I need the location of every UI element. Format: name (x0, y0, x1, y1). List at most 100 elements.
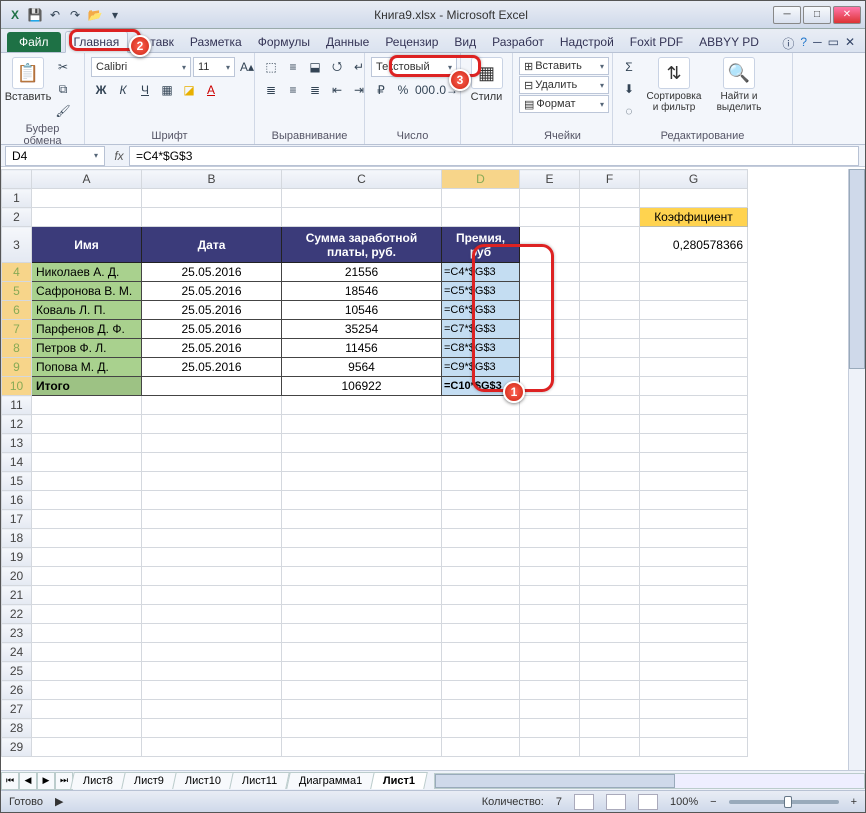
cell-B8[interactable]: 25.05.2016 (142, 339, 282, 358)
cell-B5[interactable]: 25.05.2016 (142, 282, 282, 301)
sheet-tab-4[interactable]: Диаграмма1 (286, 772, 375, 789)
sheet-tab-0[interactable]: Лист8 (70, 772, 126, 789)
cell-C7[interactable]: 35254 (282, 320, 442, 339)
cell-A5[interactable]: Сафронова В. М. (32, 282, 142, 301)
sort-filter-button[interactable]: ⇅ Сортировка и фильтр (643, 57, 705, 113)
col-C[interactable]: C (282, 170, 442, 189)
tab-abbyy[interactable]: ABBYY PD (691, 32, 767, 52)
styles-button[interactable]: ▦ Стили (467, 57, 506, 103)
row-15[interactable]: 15 (2, 472, 32, 491)
row-22[interactable]: 22 (2, 605, 32, 624)
cell-B10[interactable] (142, 377, 282, 396)
ribbon-min-icon[interactable]: ⓘ (782, 35, 794, 52)
close-button[interactable]: ✕ (833, 6, 861, 24)
row-11[interactable]: 11 (2, 396, 32, 415)
row-5[interactable]: 5 (2, 282, 32, 301)
vscroll-thumb[interactable] (849, 169, 865, 369)
row-28[interactable]: 28 (2, 719, 32, 738)
italic-icon[interactable]: К (113, 80, 133, 100)
cell-C4[interactable]: 21556 (282, 263, 442, 282)
cell-coeff-header[interactable]: Коэффициент (640, 208, 748, 227)
cell-A4[interactable]: Николаев А. Д. (32, 263, 142, 282)
col-A[interactable]: A (32, 170, 142, 189)
row-2[interactable]: 2 (2, 208, 32, 227)
row-13[interactable]: 13 (2, 434, 32, 453)
row-7[interactable]: 7 (2, 320, 32, 339)
grow-font-icon[interactable]: A▴ (237, 57, 257, 77)
align-center-icon[interactable]: ≡ (283, 80, 303, 100)
cell-B4[interactable]: 25.05.2016 (142, 263, 282, 282)
cell-A10[interactable]: Итого (32, 377, 142, 396)
cell-A7[interactable]: Парфенов Д. Ф. (32, 320, 142, 339)
mdi-min-icon[interactable]: ─ (813, 35, 822, 52)
sheet-prev-icon[interactable]: ◀ (19, 772, 37, 790)
row-24[interactable]: 24 (2, 643, 32, 662)
find-select-button[interactable]: 🔍 Найти и выделить (709, 57, 769, 113)
row-9[interactable]: 9 (2, 358, 32, 377)
cell-B6[interactable]: 25.05.2016 (142, 301, 282, 320)
row-1[interactable]: 1 (2, 189, 32, 208)
format-cells-button[interactable]: ▤ Формат▾ (519, 95, 609, 113)
percent-icon[interactable]: % (393, 80, 413, 100)
copy-icon[interactable]: ⧉ (53, 79, 73, 99)
tab-data[interactable]: Данные (318, 32, 377, 52)
cell-A6[interactable]: Коваль Л. П. (32, 301, 142, 320)
cell-D5[interactable]: =C5*$G$3 (442, 282, 520, 301)
zoom-thumb[interactable] (784, 796, 792, 808)
select-all-corner[interactable] (2, 170, 32, 189)
col-B[interactable]: B (142, 170, 282, 189)
cell-D10[interactable]: =C10*$G$3 (442, 377, 520, 396)
sheet-tab-3[interactable]: Лист11 (229, 772, 290, 789)
sheet-tab-1[interactable]: Лист9 (121, 772, 177, 789)
row-25[interactable]: 25 (2, 662, 32, 681)
cell-C8[interactable]: 11456 (282, 339, 442, 358)
tab-home[interactable]: Главная (65, 31, 129, 53)
file-tab[interactable]: Файл (7, 32, 61, 52)
tab-foxit[interactable]: Foxit PDF (622, 32, 691, 52)
cell-C10[interactable]: 106922 (282, 377, 442, 396)
tab-view[interactable]: Вид (446, 32, 484, 52)
border-icon[interactable]: ▦ (157, 80, 177, 100)
fill-color-icon[interactable]: ◪ (179, 80, 199, 100)
cell-header-bonus[interactable]: Премия, руб (442, 227, 520, 263)
maximize-button[interactable]: □ (803, 6, 831, 24)
row-27[interactable]: 27 (2, 700, 32, 719)
row-14[interactable]: 14 (2, 453, 32, 472)
fx-icon[interactable]: fx (109, 149, 129, 163)
cell-coeff-value[interactable]: 0,280578366 (640, 227, 748, 263)
font-name-combo[interactable]: Calibri▾ (91, 57, 191, 77)
tab-formulas[interactable]: Формулы (250, 32, 318, 52)
tab-developer[interactable]: Разработ (484, 32, 552, 52)
cell-B7[interactable]: 25.05.2016 (142, 320, 282, 339)
save-icon[interactable]: 💾 (27, 7, 43, 23)
hscroll-thumb[interactable] (435, 774, 675, 788)
tab-addins[interactable]: Надстрой (552, 32, 622, 52)
cell-header-name[interactable]: Имя (32, 227, 142, 263)
font-size-combo[interactable]: 11▾ (193, 57, 235, 77)
cell-A9[interactable]: Попова М. Д. (32, 358, 142, 377)
align-left-icon[interactable]: ≣ (261, 80, 281, 100)
horizontal-scrollbar[interactable] (434, 773, 865, 789)
row-21[interactable]: 21 (2, 586, 32, 605)
fill-icon[interactable]: ⬇ (619, 79, 639, 99)
number-format-combo[interactable]: Текстовый▾ (371, 57, 457, 77)
inc-decimal-icon[interactable]: .0→ (437, 80, 457, 100)
cell-header-sum[interactable]: Сумма заработной платы, руб. (282, 227, 442, 263)
cell-C5[interactable]: 18546 (282, 282, 442, 301)
cell-C6[interactable]: 10546 (282, 301, 442, 320)
cut-icon[interactable]: ✂ (53, 57, 73, 77)
mdi-close-icon[interactable]: ✕ (845, 35, 855, 52)
underline-icon[interactable]: Ч (135, 80, 155, 100)
minimize-button[interactable]: ─ (773, 6, 801, 24)
sheet-next-icon[interactable]: ▶ (37, 772, 55, 790)
row-19[interactable]: 19 (2, 548, 32, 567)
zoom-slider[interactable] (729, 800, 839, 804)
align-bot-icon[interactable]: ⬓ (305, 57, 325, 77)
view-layout-icon[interactable] (606, 794, 626, 810)
row-6[interactable]: 6 (2, 301, 32, 320)
font-color-icon[interactable]: A (201, 80, 221, 100)
row-10[interactable]: 10 (2, 377, 32, 396)
zoom-out-icon[interactable]: − (710, 796, 716, 808)
comma-icon[interactable]: 000 (415, 80, 435, 100)
cell-D8[interactable]: =C8*$G$3 (442, 339, 520, 358)
